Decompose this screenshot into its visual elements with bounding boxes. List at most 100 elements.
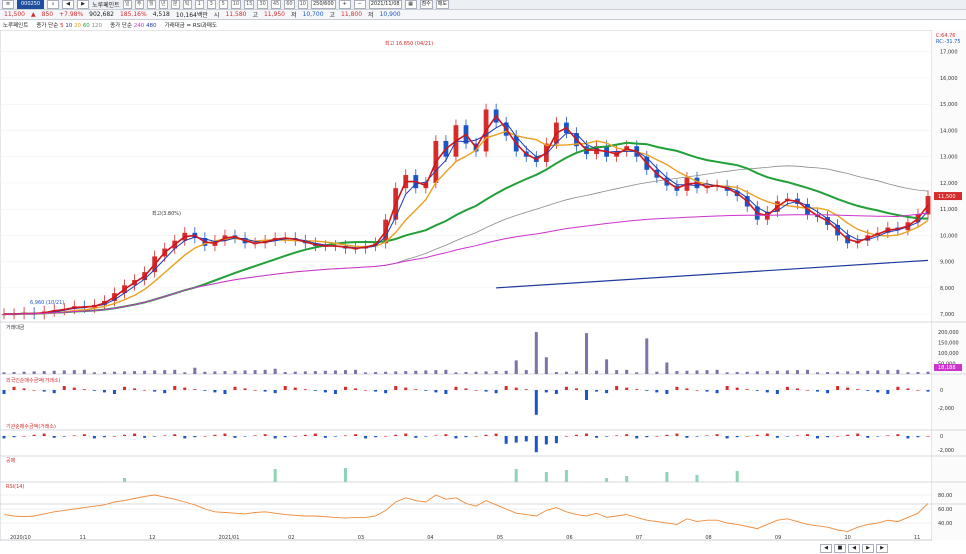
zoom-out-icon[interactable]: − bbox=[353, 0, 366, 9]
calendar-icon[interactable]: ▦ bbox=[404, 0, 417, 9]
zoom-in-icon[interactable]: + bbox=[338, 0, 351, 9]
foreign-bar bbox=[313, 390, 317, 391]
foreign-bar bbox=[102, 390, 106, 393]
legend-stock[interactable]: 노루페인트 bbox=[3, 21, 28, 29]
inst-bar bbox=[193, 436, 197, 438]
inst-pane-label: 기관순매수금액(거래소) bbox=[6, 423, 56, 430]
inst-bar bbox=[625, 434, 629, 436]
volume-bar bbox=[92, 372, 96, 374]
prev-stock-icon[interactable]: ◀ bbox=[62, 0, 75, 9]
minute-step-5[interactable]: 5 bbox=[218, 0, 228, 9]
volume-bar bbox=[695, 370, 699, 374]
minute-step-45[interactable]: 45 bbox=[270, 0, 282, 9]
volume-bar bbox=[605, 359, 609, 374]
stock-code-input[interactable]: 000250 bbox=[17, 0, 45, 9]
sell-button[interactable]: 매도 bbox=[435, 0, 449, 9]
minute-step-1[interactable]: 1 bbox=[194, 0, 204, 9]
legend-ma-group[interactable]: 종가 단순 5 10 20 60 120 bbox=[36, 21, 102, 29]
date-field[interactable]: 2021/11/08 bbox=[368, 0, 402, 9]
foreign-bar bbox=[665, 390, 669, 394]
volume-bar bbox=[866, 370, 870, 374]
inst-bar bbox=[343, 435, 347, 436]
foreign-bar bbox=[534, 390, 538, 415]
volume-bar bbox=[454, 372, 458, 374]
volume-bar bbox=[303, 371, 307, 374]
menu-icon[interactable]: ≡ bbox=[2, 0, 14, 9]
search-icon[interactable]: ⌕ bbox=[47, 0, 60, 9]
minute-step-30[interactable]: 30 bbox=[257, 0, 268, 9]
rsi-tick-label: 40.00 bbox=[938, 521, 952, 527]
volume-bar bbox=[263, 369, 267, 374]
inst-bar bbox=[273, 436, 277, 439]
next-stock-icon[interactable]: ▶ bbox=[77, 0, 90, 9]
volume-value: 902,682 bbox=[89, 11, 114, 18]
foreign-bar bbox=[765, 390, 769, 393]
foreign-bar bbox=[574, 388, 578, 390]
volume-bar bbox=[374, 372, 378, 374]
foreign-bar bbox=[826, 390, 830, 394]
volume-bar bbox=[705, 370, 709, 374]
inst-bar bbox=[474, 436, 478, 437]
minute-step-10[interactable]: 10 bbox=[230, 0, 242, 9]
foreign-bar bbox=[2, 390, 6, 394]
score-button[interactable]: 점수 bbox=[419, 0, 433, 9]
volume-bar bbox=[896, 369, 900, 374]
inst-bar bbox=[283, 436, 287, 438]
foreign-bar bbox=[816, 390, 820, 392]
period-week-button[interactable]: 주 bbox=[134, 0, 144, 9]
volume-bar bbox=[735, 372, 739, 374]
foreign-bar bbox=[705, 390, 709, 392]
volume-bar bbox=[313, 371, 317, 374]
stock-chart[interactable]: 17,000 16,000 15,000 14,000 13,000 12,000 11,0… bbox=[0, 30, 966, 554]
volume-bar bbox=[173, 369, 177, 374]
volume-bar bbox=[635, 372, 639, 374]
current-price: 11,500 bbox=[4, 11, 25, 18]
minute-step-custom[interactable]: 10 bbox=[297, 0, 308, 9]
inst-bar bbox=[394, 434, 398, 436]
volume-bar bbox=[404, 371, 408, 374]
price-tick-label: 12,000 bbox=[940, 181, 958, 187]
period-month-button[interactable]: 월 bbox=[146, 0, 156, 9]
nav-stop-icon[interactable]: ■ bbox=[834, 544, 846, 553]
inst-bar bbox=[544, 436, 548, 445]
inst-bar bbox=[615, 435, 619, 436]
inst-bar bbox=[424, 436, 428, 437]
inst-bar bbox=[785, 436, 789, 437]
legend-extra[interactable]: 가래대금 = RSI과매도 bbox=[165, 21, 217, 29]
volume-bar bbox=[444, 369, 448, 374]
volume-bar bbox=[625, 369, 629, 374]
nav-last-icon[interactable]: ▶ bbox=[876, 544, 888, 553]
count-field[interactable]: 250/600 bbox=[310, 0, 336, 9]
volume-bar bbox=[283, 372, 287, 374]
inst-bar bbox=[805, 434, 809, 436]
foreign-bar bbox=[504, 386, 508, 390]
period-year-button[interactable]: 년 bbox=[158, 0, 168, 9]
foreign-bar bbox=[585, 390, 589, 400]
legend-ma-group-2[interactable]: 종가 단순 240 480 bbox=[110, 21, 157, 29]
period-day-button[interactable]: 일 bbox=[122, 0, 132, 9]
inst-bar bbox=[836, 436, 840, 437]
volume-bar bbox=[524, 370, 528, 374]
inst-bar bbox=[143, 436, 147, 438]
inst-bar bbox=[404, 433, 408, 436]
inst-bar bbox=[2, 436, 6, 439]
inst-bar bbox=[665, 434, 669, 436]
period-tick-button[interactable]: 틱 bbox=[182, 0, 192, 9]
nav-prev-icon[interactable]: ◀ bbox=[848, 544, 860, 553]
volume-bar bbox=[504, 370, 508, 374]
inst-bar bbox=[153, 436, 157, 437]
minute-step-15[interactable]: 15 bbox=[244, 0, 255, 9]
volume-bar bbox=[253, 370, 257, 374]
foreign-bar bbox=[886, 390, 890, 394]
period-minute-button[interactable]: 분 bbox=[170, 0, 180, 9]
nav-first-icon[interactable]: ◀ bbox=[820, 544, 832, 553]
nav-next-icon[interactable]: ▶ bbox=[862, 544, 874, 553]
minute-step-3[interactable]: 3 bbox=[206, 0, 216, 9]
foreign-bar bbox=[323, 390, 327, 393]
price-tick-label: 10,000 bbox=[940, 233, 958, 239]
minute-step-60[interactable]: 60 bbox=[284, 0, 295, 9]
inst-bar bbox=[876, 436, 880, 437]
volume-bar bbox=[645, 338, 649, 374]
inst-bar bbox=[444, 434, 448, 436]
price-change: 850 bbox=[41, 11, 54, 18]
